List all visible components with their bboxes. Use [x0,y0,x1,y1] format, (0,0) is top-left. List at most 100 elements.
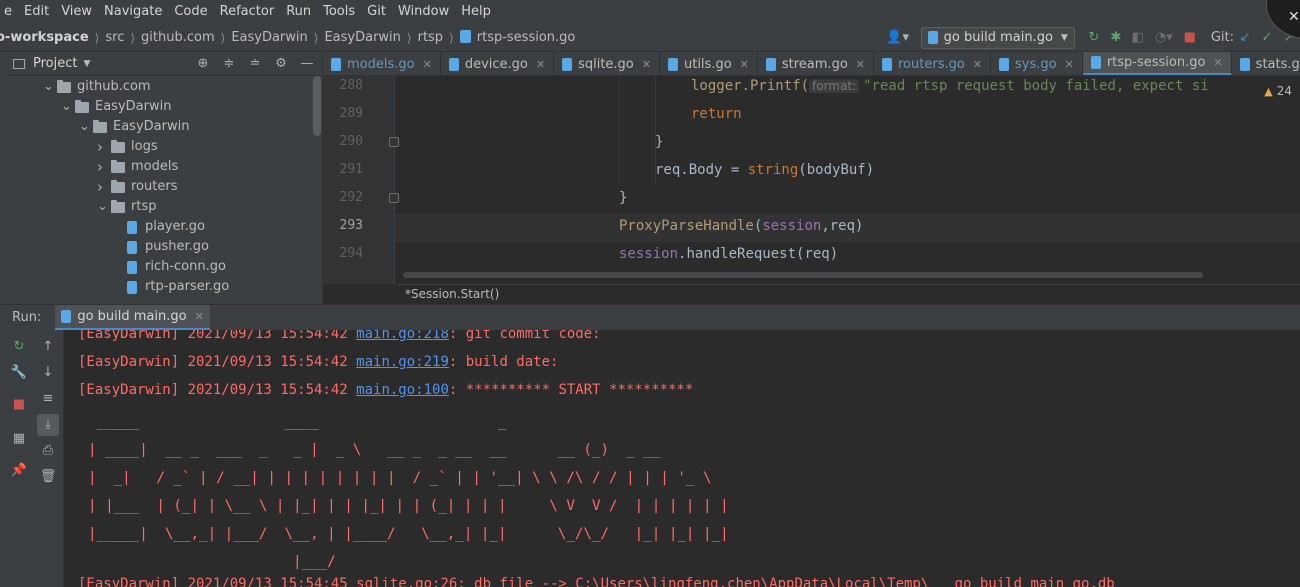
breadcrumb-file[interactable]: rtsp-session.go [459,30,575,45]
hide-icon[interactable]: — [296,56,318,71]
editor-tab[interactable]: routers.go ✕ [874,52,992,75]
wrench-icon[interactable]: 🔧 [8,362,30,384]
locate-icon[interactable]: ⊕ [192,56,214,71]
soft-wrap-icon[interactable]: ≡ [37,388,59,410]
close-icon[interactable]: ✕ [536,58,545,71]
coverage-icon[interactable]: ◧ [1127,27,1149,49]
tree-folder[interactable]: › routers [97,177,177,197]
tree-folder[interactable]: › models [97,157,178,177]
editor-tab[interactable]: rtsp-session.go ✕ [1082,52,1232,75]
close-icon[interactable]: ✕ [1213,56,1222,69]
code-line[interactable]: return [395,102,1300,130]
down-arrow-icon[interactable]: ↓ [37,362,59,384]
gear-icon[interactable]: ⚙ [270,56,292,71]
editor-tab[interactable]: device.go ✕ [441,52,555,75]
close-icon[interactable]: ✕ [973,58,982,71]
project-tree-scrollbar[interactable] [313,76,321,136]
profile-icon[interactable]: ◔▾ [1149,27,1179,49]
menu-item[interactable]: Window [392,0,455,24]
tree-file[interactable]: pusher.go [127,237,209,257]
layout-icon[interactable]: ▦ [8,428,30,450]
chevron-right-icon[interactable]: › [97,157,111,177]
function-breadcrumb[interactable]: *Session.Start() [397,284,1300,304]
code-line[interactable]: } [395,130,1300,158]
trash-icon[interactable]: 🗑 [37,466,59,488]
tree-file[interactable]: rich-conn.go [127,257,226,277]
code-editor[interactable]: 288 289 290 291 292 293 294 logger.Printf(form… [323,76,1300,284]
tree-item-label: EasyDarwin [95,99,172,114]
breadcrumb-item[interactable]: github.com [141,30,215,45]
close-icon[interactable]: ✕ [856,58,865,71]
stop-icon[interactable]: ■ [8,394,30,416]
close-icon[interactable]: ✕ [1065,58,1074,71]
tree-folder[interactable]: › logs [97,137,158,157]
tree-folder[interactable]: ⌄ EasyDarwin [79,117,189,137]
editor-horizontal-scrollbar[interactable] [403,272,1203,278]
editor-tab[interactable]: sqlite.go ✕ [554,52,660,75]
code-line[interactable]: ProxyParseHandle(session,req) [395,214,1300,242]
menu-item[interactable]: Edit [18,0,55,24]
menu-item[interactable]: Refactor [214,0,281,24]
editor-tab[interactable]: stats.go✕ [1232,52,1300,75]
debug-icon[interactable]: ✱ [1105,27,1127,49]
breadcrumb-item[interactable]: rtsp [418,30,443,45]
breadcrumb-item[interactable]: src [105,30,124,45]
chevron-down-icon[interactable]: ⌄ [97,197,111,217]
stop-icon[interactable]: ■ [1179,27,1201,49]
project-title[interactable]: Project [33,56,77,71]
user-icon[interactable]: 👤▾ [883,27,913,49]
menu-item[interactable]: Code [168,0,213,24]
tree-file[interactable]: player.go [127,217,205,237]
tree-file[interactable]: rtp-parser.go [127,277,229,297]
close-icon[interactable]: ✕ [195,310,204,323]
rerun-icon[interactable]: ↻ [1083,27,1105,49]
source-link[interactable]: main.go:218 [356,330,449,342]
inspection-widget[interactable]: ▲ 24 [1264,84,1292,98]
editor-tab[interactable]: stream.go ✕ [758,52,874,75]
menu-item[interactable]: Tools [317,0,361,24]
tree-folder[interactable]: ⌄ rtsp [97,197,156,217]
source-link[interactable]: main.go:100 [356,382,449,398]
close-icon[interactable]: ✕ [423,58,432,71]
code-line[interactable]: logger.Printf(format: "read rtsp request … [395,76,1300,102]
code-line[interactable]: } [395,186,1300,214]
scroll-to-end-icon[interactable]: ⤓ [37,414,59,436]
run-tab[interactable]: go build main.go ✕ [55,304,210,331]
menu-item[interactable]: e [0,0,18,24]
chevron-right-icon[interactable]: › [97,137,111,157]
print-icon[interactable]: ⎙ [37,440,59,462]
editor-tab[interactable]: sys.go ✕ [991,52,1083,75]
console-output[interactable]: [EasyDarwin] 2021/09/13 15:54:42 main.go… [64,330,1300,587]
chevron-down-icon[interactable]: ⌄ [79,117,93,137]
close-icon[interactable]: ✕ [642,58,651,71]
editor-tab[interactable]: models.go ✕ [323,52,441,75]
tree-folder[interactable]: ⌄ EasyDarwin [61,97,171,117]
up-arrow-icon[interactable]: ↑ [37,336,59,358]
chevron-down-icon[interactable]: ⌄ [61,97,75,117]
chevron-down-icon[interactable]: ▼ [83,59,90,69]
editor-tab[interactable]: utils.go ✕ [660,52,758,75]
close-icon[interactable]: ✕ [1288,9,1300,25]
chevron-down-icon[interactable]: ⌄ [43,77,57,97]
rerun-icon[interactable]: ↻ [8,336,30,358]
close-icon[interactable]: ✕ [740,58,749,71]
git-update-icon[interactable]: ↙ [1234,27,1256,49]
menu-item[interactable]: Help [455,0,497,24]
menu-item[interactable]: Git [361,0,392,24]
source-link[interactable]: main.go:219 [356,354,449,370]
breadcrumb-root[interactable]: o-workspace [0,30,89,45]
git-commit-icon[interactable]: ✓ [1256,27,1278,49]
code-line[interactable]: req.Body = string(bodyBuf) [395,158,1300,186]
code-line[interactable]: session.handleRequest(req) [395,242,1300,270]
menu-item[interactable]: View [55,0,98,24]
collapse-all-icon[interactable]: ≐ [244,56,266,71]
run-configuration-select[interactable]: go build main.go ▼ [920,26,1075,49]
pin-icon[interactable]: 📌 [8,460,30,482]
menu-item[interactable]: Run [280,0,317,24]
tree-folder[interactable]: ⌄ github.com [43,77,151,97]
menu-item[interactable]: Navigate [98,0,168,24]
expand-all-icon[interactable]: ≑ [218,56,240,71]
breadcrumb-item[interactable]: EasyDarwin [231,30,307,45]
breadcrumb-item[interactable]: EasyDarwin [324,30,400,45]
chevron-right-icon[interactable]: › [97,177,111,197]
